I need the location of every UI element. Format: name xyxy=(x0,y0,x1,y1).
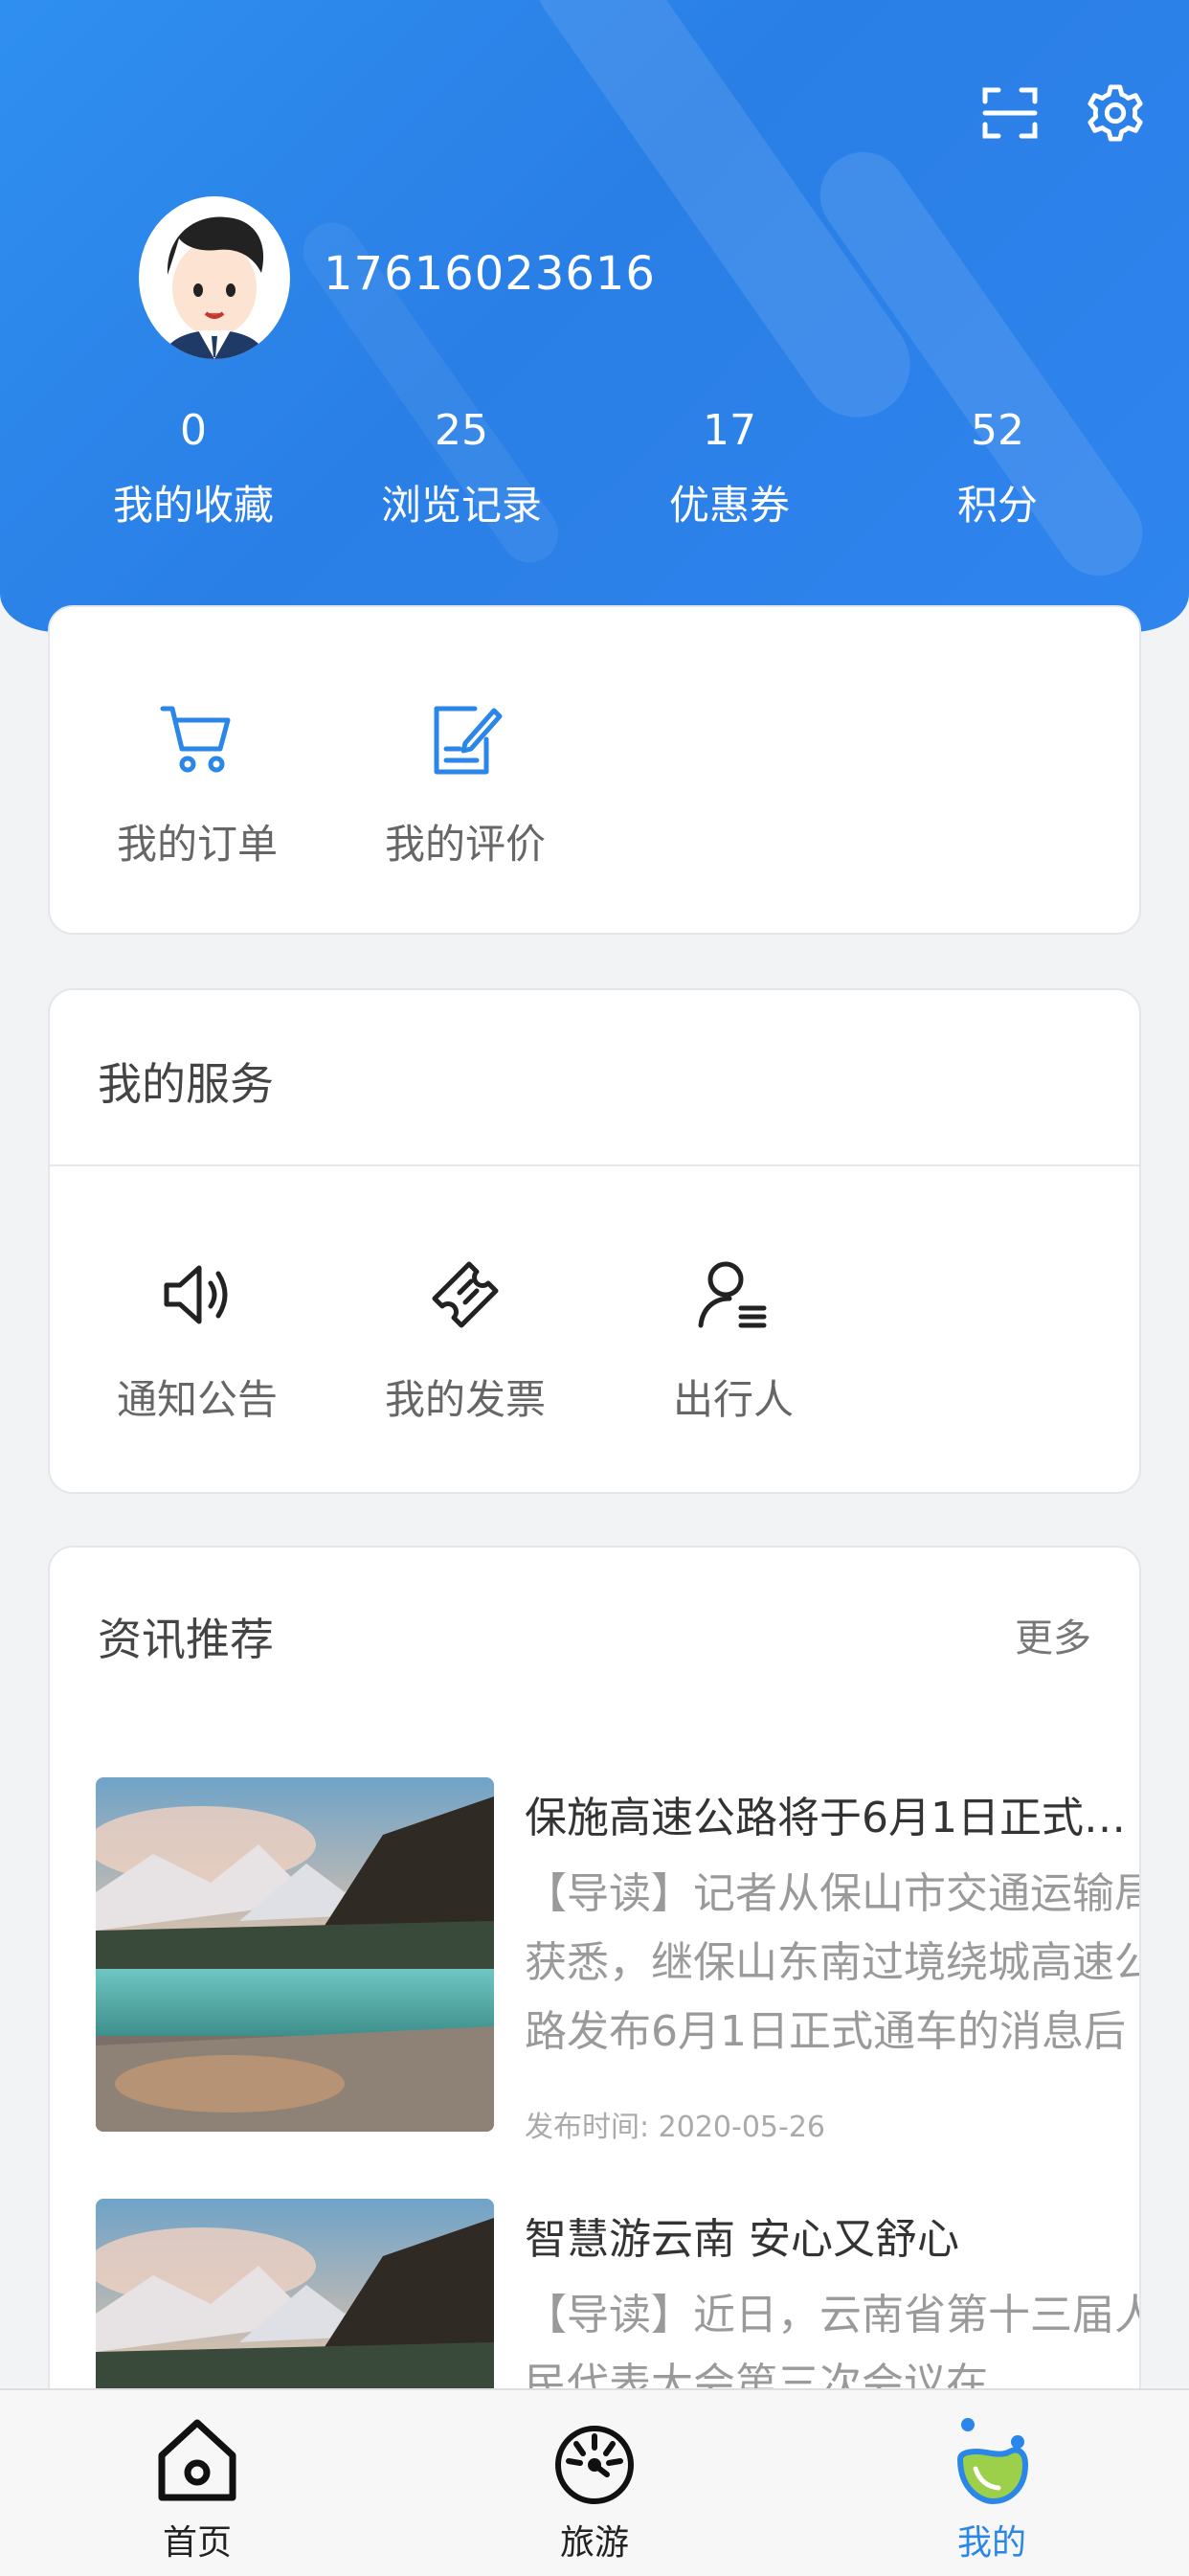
stat-points[interactable]: 52 积分 xyxy=(883,402,1112,534)
stat-value: 17 xyxy=(703,406,756,455)
orders-label: 我的订单 xyxy=(116,821,278,868)
tab-home[interactable]: 首页 xyxy=(82,2390,312,2565)
tab-label: 旅游 xyxy=(559,2523,629,2563)
tab-label: 我的 xyxy=(956,2523,1026,2563)
news-headline: 保施高速公路将于6月1日正式通车 xyxy=(525,1794,1141,1842)
compass-icon xyxy=(480,2390,709,2505)
stats-row: 0 我的收藏 25 浏览记录 17 优惠券 52 积分 xyxy=(0,402,1189,555)
stat-favorites[interactable]: 0 我的收藏 xyxy=(79,402,308,534)
cart-icon xyxy=(82,693,312,785)
news-title: 资讯推荐 xyxy=(98,1614,274,1665)
stat-value: 52 xyxy=(971,406,1024,455)
traveler-icon xyxy=(618,1249,848,1341)
phone-number: 17616023616 xyxy=(324,247,656,301)
stat-value: 0 xyxy=(180,406,207,455)
edit-note-icon xyxy=(350,693,580,785)
tab-travel[interactable]: 旅游 xyxy=(480,2390,709,2565)
stat-label: 浏览记录 xyxy=(380,482,542,529)
bottom-tab-bar: 首页 旅游 我的 xyxy=(0,2388,1189,2576)
news-date: 发布时间: 2020-05-26 xyxy=(525,2111,825,2144)
stat-label: 优惠券 xyxy=(668,482,790,529)
stat-history[interactable]: 25 浏览记录 xyxy=(347,402,576,534)
scan-icon[interactable] xyxy=(972,75,1048,151)
divider xyxy=(50,1164,1139,1166)
home-icon xyxy=(82,2390,312,2505)
stat-coupons[interactable]: 17 优惠券 xyxy=(615,402,844,534)
invoice-button[interactable]: 我的发票 xyxy=(350,1249,580,1426)
reviews-label: 我的评价 xyxy=(384,821,546,868)
services-title: 我的服务 xyxy=(98,1058,274,1110)
my-reviews-button[interactable]: 我的评价 xyxy=(350,693,580,870)
invoice-label: 我的发票 xyxy=(384,1376,546,1423)
tab-label: 首页 xyxy=(162,2523,232,2563)
avatar[interactable] xyxy=(139,196,290,359)
services-card: 我的服务 通知公告 我的发票 出行人 xyxy=(48,988,1141,1494)
stat-value: 25 xyxy=(435,406,488,455)
news-headline: 智慧游云南 安心又舒心 xyxy=(525,2215,959,2264)
profile-header: 17616023616 0 我的收藏 25 浏览记录 17 优惠券 52 积分 xyxy=(0,0,1189,632)
orders-card: 我的订单 我的评价 xyxy=(48,605,1141,935)
profile-icon xyxy=(877,2390,1107,2505)
notice-label: 通知公告 xyxy=(116,1376,278,1423)
speaker-icon xyxy=(82,1249,312,1341)
ticket-icon xyxy=(350,1249,580,1341)
traveler-button[interactable]: 出行人 xyxy=(618,1249,848,1426)
news-thumbnail xyxy=(96,1777,494,2132)
gear-icon[interactable] xyxy=(1077,75,1154,151)
notice-button[interactable]: 通知公告 xyxy=(82,1249,312,1426)
traveler-label: 出行人 xyxy=(672,1376,794,1423)
news-summary: 【导读】记者从保山市交通运输局获悉，继保山东南过境绕城高速公路发布6月1日正式通… xyxy=(525,1869,1141,2056)
tab-mine[interactable]: 我的 xyxy=(877,2390,1107,2565)
stat-label: 积分 xyxy=(956,482,1038,529)
stat-label: 我的收藏 xyxy=(112,482,274,529)
my-orders-button[interactable]: 我的订单 xyxy=(82,693,312,870)
news-card: 资讯推荐 更多 保施高速公路将于6月1日正式通车 【导读】记者从保山市交通运输局… xyxy=(48,1546,1141,2503)
more-link[interactable]: 更多 xyxy=(1015,1607,1091,1662)
